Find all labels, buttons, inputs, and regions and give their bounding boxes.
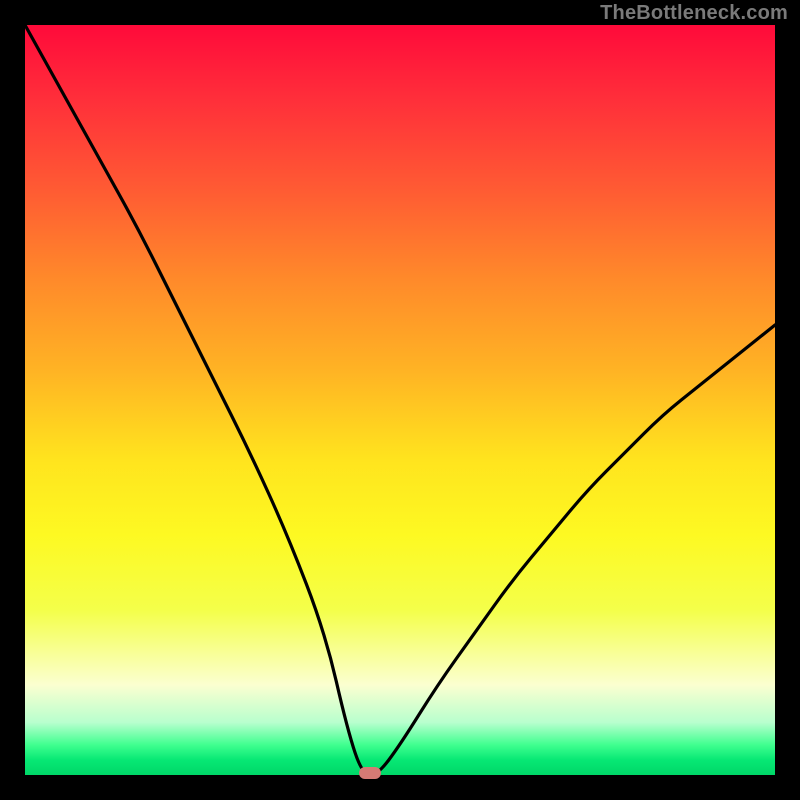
- bottleneck-curve: [25, 25, 775, 775]
- watermark-text: TheBottleneck.com: [600, 2, 788, 25]
- plot-area: [25, 25, 775, 775]
- curve-svg: [25, 25, 775, 775]
- minimum-marker: [359, 767, 381, 779]
- chart-frame: TheBottleneck.com: [0, 0, 800, 800]
